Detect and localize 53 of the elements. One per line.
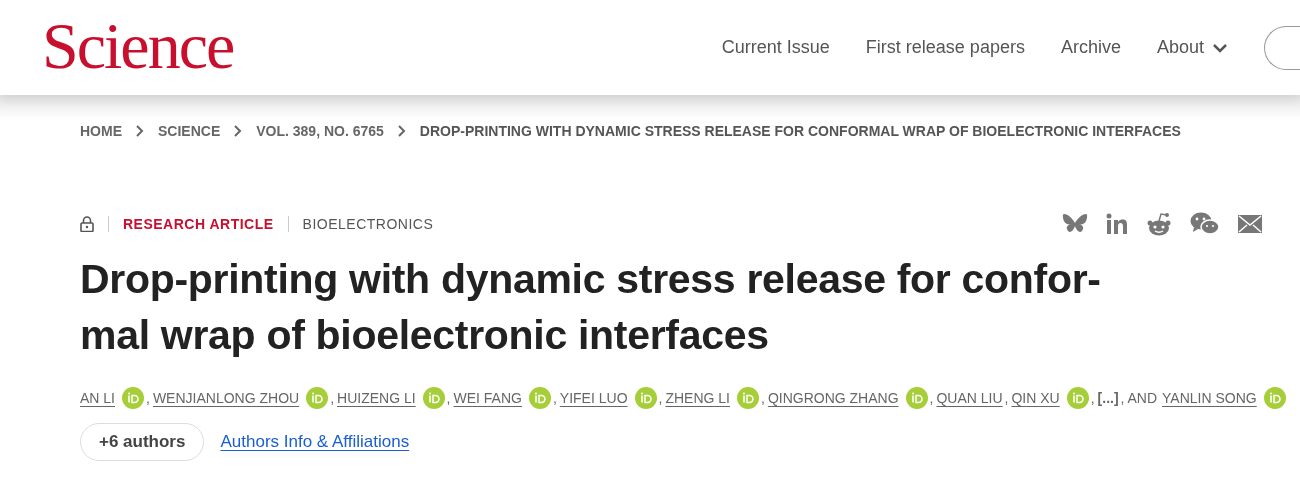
orcid-icon[interactable]: [1263, 387, 1286, 409]
chevron-down-icon: [1212, 42, 1228, 53]
author-link[interactable]: WENJIANLONG ZHOU: [152, 387, 300, 409]
separator: ,: [1090, 388, 1095, 408]
chevron-right-icon: [397, 125, 406, 137]
author-link[interactable]: YIFEI LUO: [559, 387, 628, 409]
nav-link[interactable]: First release papers: [865, 34, 1025, 61]
chevron-right-icon: [136, 125, 144, 137]
separator: ,: [929, 388, 934, 408]
breadcrumb-link[interactable]: SCIENCE: [158, 120, 221, 142]
separator: ,: [552, 388, 557, 408]
separator: ,: [1120, 388, 1125, 408]
nav-link[interactable]: About: [1156, 34, 1228, 61]
logo[interactable]: Science: [42, 12, 234, 79]
breadcrumb-link[interactable]: DROP-PRINTING WITH DYNAMIC STRESS RELEASE FOR CONFORMAL WRAP OF BIOELECTRONIC INTERFACES: [419, 120, 1181, 142]
expand-authors-button[interactable]: [...]: [1097, 387, 1119, 409]
orcid-icon[interactable]: [737, 387, 759, 409]
author-link[interactable]: QUAN LIU: [936, 387, 1003, 409]
author-link[interactable]: ZHENG LI: [665, 387, 730, 409]
orcid-icon[interactable]: [528, 387, 551, 409]
author-link[interactable]: WEI FANG: [453, 387, 522, 409]
breadcrumb-link[interactable]: VOL. 389, NO. 6765: [256, 120, 384, 142]
wechat-icon[interactable]: [1190, 212, 1220, 236]
butterfly-icon[interactable]: [1062, 213, 1088, 235]
orcid-icon[interactable]: [905, 387, 928, 409]
author-link[interactable]: HUIZENG LI: [337, 387, 416, 409]
article-section: BIOELECTRONICS: [302, 213, 434, 235]
breadcrumb-link[interactable]: HOME: [80, 120, 122, 142]
separator: ,: [1004, 388, 1009, 408]
nav-link[interactable]: Current Issue: [721, 34, 830, 61]
conjunction: AND: [1127, 388, 1158, 408]
separator: ,: [761, 388, 765, 408]
linkedin-icon[interactable]: [1106, 213, 1128, 235]
orcid-icon[interactable]: [122, 387, 144, 409]
author-link[interactable]: QIN XU: [1011, 387, 1060, 409]
article-type: RESEARCH ARTICLE: [123, 214, 274, 234]
author-link[interactable]: YANLIN SONG: [1162, 387, 1257, 409]
separator: ,: [330, 388, 335, 408]
author-link[interactable]: AN LI: [80, 387, 115, 409]
author-link[interactable]: QINGRONG ZHANG: [767, 387, 899, 409]
nav-link[interactable]: Archive: [1060, 34, 1121, 61]
orcid-icon[interactable]: [422, 387, 445, 409]
article-title: Drop-printing with dynamic stress release for confor- mal wrap of bioelectronic interfaces: [80, 255, 1102, 360]
email-icon[interactable]: [1238, 215, 1262, 233]
orcid-icon[interactable]: [1066, 387, 1089, 409]
orcid-icon[interactable]: [306, 387, 329, 409]
separator: ,: [658, 388, 663, 408]
separator: ,: [446, 388, 451, 408]
affiliations-link[interactable]: Authors Info & Affiliations: [220, 429, 410, 455]
separator: ,: [146, 388, 150, 408]
orcid-icon[interactable]: [634, 387, 657, 409]
reddit-icon[interactable]: [1146, 212, 1172, 236]
chevron-right-icon: [234, 125, 243, 137]
